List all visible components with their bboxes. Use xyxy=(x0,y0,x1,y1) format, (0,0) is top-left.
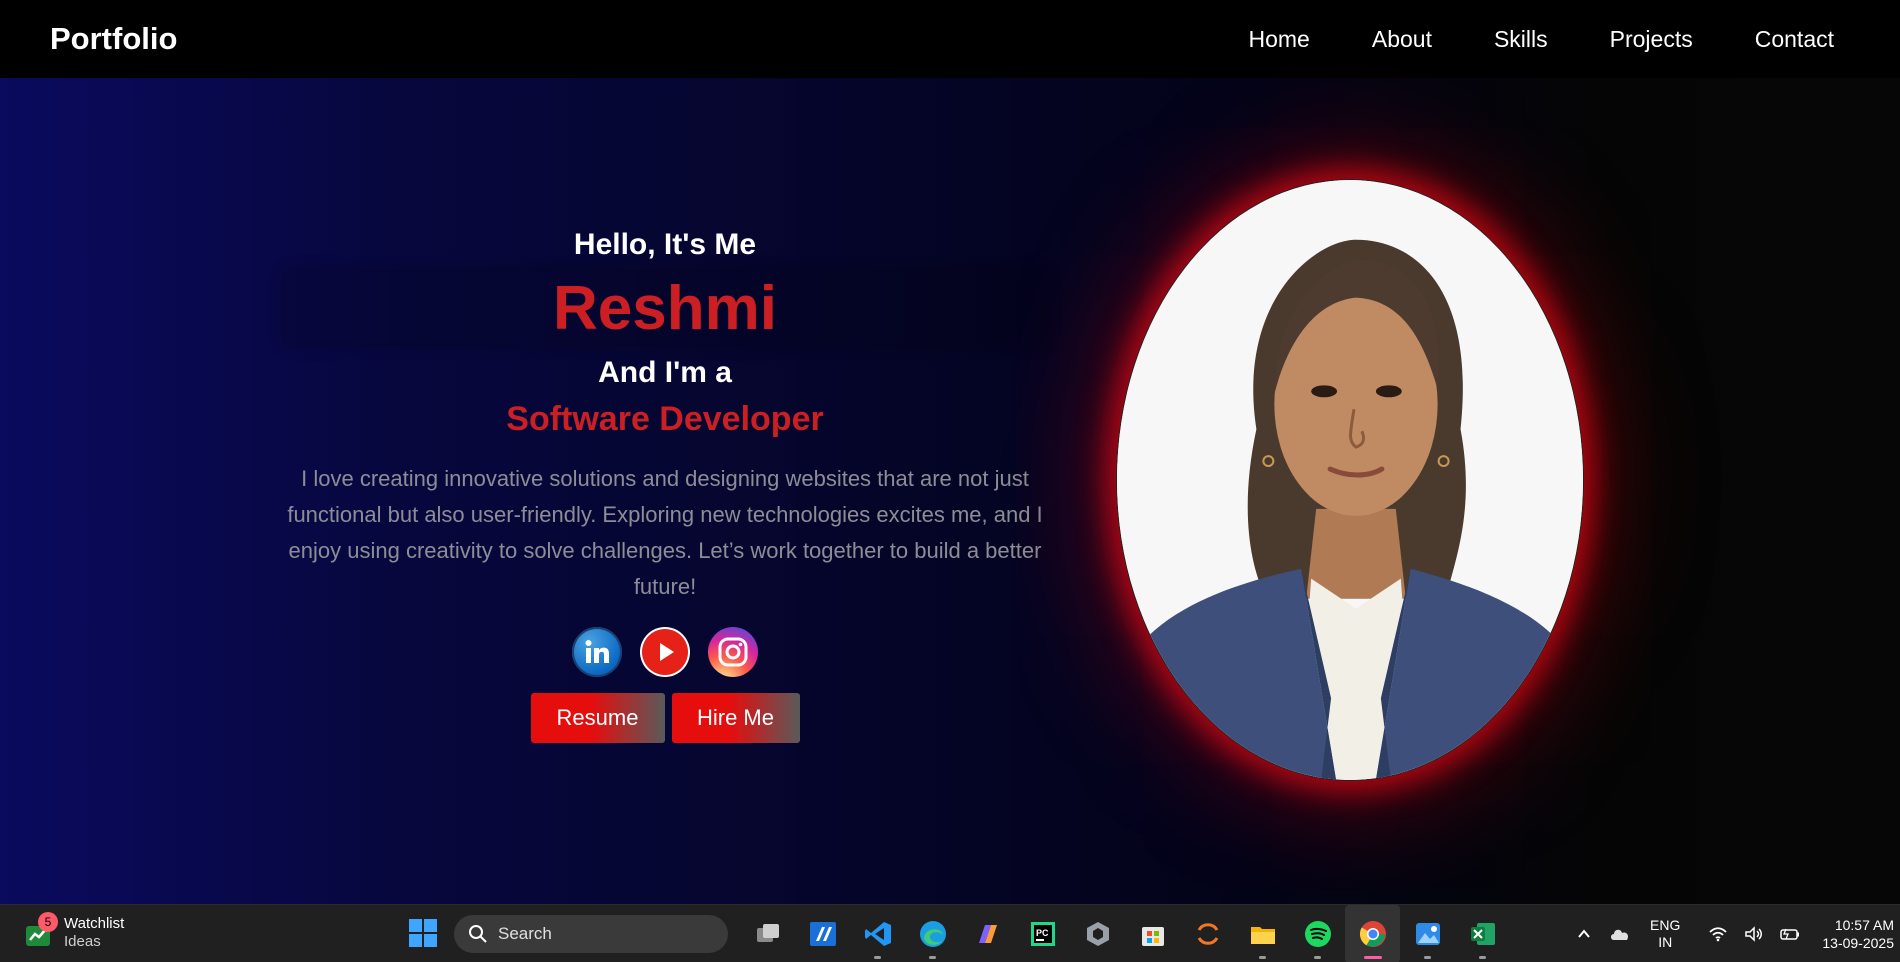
microsoft-store-icon[interactable] xyxy=(1125,905,1180,962)
search-placeholder: Search xyxy=(498,924,552,943)
nav-projects[interactable]: Projects xyxy=(1610,26,1693,53)
widget-badge: 5 xyxy=(38,912,58,932)
hero-content: Hello, It's Me Reshmi And I'm a Software… xyxy=(280,228,1050,743)
widget-text: Watchlist Ideas xyxy=(64,915,124,951)
jupyter-icon[interactable] xyxy=(1180,905,1235,962)
profile-photo xyxy=(1116,179,1584,781)
running-indicator xyxy=(1479,956,1486,959)
greeting: Hello, It's Me xyxy=(573,228,757,261)
role-title: Software Developer xyxy=(506,400,824,438)
linkedin-icon[interactable] xyxy=(572,627,622,677)
cta-buttons: Resume Hire Me xyxy=(280,693,1050,743)
vs-code-icon[interactable] xyxy=(850,905,905,962)
youtube-icon[interactable] xyxy=(640,627,690,677)
name-box: Reshmi xyxy=(285,272,1045,344)
unity-icon[interactable] xyxy=(1070,905,1125,962)
taskbar-apps: PC xyxy=(740,905,1510,962)
taskbar-search[interactable]: Search xyxy=(454,915,728,953)
search-icon xyxy=(469,925,487,943)
nav-skills[interactable]: Skills xyxy=(1494,26,1548,53)
spotify-icon[interactable] xyxy=(1290,905,1345,962)
file-explorer-icon[interactable] xyxy=(1235,905,1290,962)
system-tray: ENG IN 10:57 AM 13-09-2025 xyxy=(1566,905,1900,962)
azure-ml-icon[interactable] xyxy=(795,905,850,962)
edge-icon[interactable] xyxy=(905,905,960,962)
hero-name: Reshmi xyxy=(553,273,777,343)
language-indicator[interactable]: ENG IN xyxy=(1650,917,1680,951)
copilot-icon[interactable] xyxy=(960,905,1015,962)
widget-subtitle: Ideas xyxy=(64,933,101,950)
photos-icon[interactable] xyxy=(1400,905,1455,962)
stock-chart-icon: 5 xyxy=(24,912,58,948)
running-indicator xyxy=(1424,956,1431,959)
windows-taskbar: 5 Watchlist Ideas Search PC ENG IN 10:57… xyxy=(0,904,1900,962)
nav-home[interactable]: Home xyxy=(1249,26,1310,53)
instagram-icon[interactable] xyxy=(708,627,758,677)
hero-section: Hello, It's Me Reshmi And I'm a Software… xyxy=(0,78,1900,904)
active-indicator xyxy=(1364,956,1382,959)
excel-icon[interactable] xyxy=(1455,905,1510,962)
intro-text: And I'm a xyxy=(598,356,732,389)
social-links xyxy=(280,627,1050,677)
clock-date: 13-09-2025 xyxy=(1822,935,1894,951)
pycharm-icon[interactable]: PC xyxy=(1015,905,1070,962)
running-indicator xyxy=(1259,956,1266,959)
battery-icon[interactable] xyxy=(1775,919,1805,949)
svg-text:PC: PC xyxy=(1036,928,1049,938)
resume-button[interactable]: Resume xyxy=(530,693,665,743)
running-indicator xyxy=(874,956,881,959)
brand-logo[interactable]: Portfolio xyxy=(50,21,177,57)
cloud-icon[interactable] xyxy=(1605,919,1635,949)
nav-links: Home About Skills Projects Contact xyxy=(1187,26,1835,53)
language-code: ENG xyxy=(1650,917,1681,933)
about-paragraph: I love creating innovative solutions and… xyxy=(287,466,1043,599)
widget-title: Watchlist xyxy=(64,915,125,932)
running-indicator xyxy=(1314,956,1321,959)
hire-me-button[interactable]: Hire Me xyxy=(671,693,800,743)
chevron-up-icon[interactable] xyxy=(1569,919,1599,949)
nav-contact[interactable]: Contact xyxy=(1755,26,1834,53)
wifi-icon[interactable] xyxy=(1703,919,1733,949)
chrome-icon[interactable] xyxy=(1345,905,1400,962)
volume-icon[interactable] xyxy=(1739,919,1769,949)
watchlist-widget[interactable]: 5 Watchlist Ideas xyxy=(24,912,124,951)
navbar: Portfolio Home About Skills Projects Con… xyxy=(0,0,1900,78)
nav-about[interactable]: About xyxy=(1372,26,1432,53)
region-code: IN xyxy=(1658,934,1673,950)
windows-start-icon[interactable] xyxy=(408,918,438,948)
running-indicator xyxy=(929,956,936,959)
clock-time: 10:57 AM xyxy=(1834,917,1894,933)
task-view-icon[interactable] xyxy=(740,905,795,962)
system-clock[interactable]: 10:57 AM 13-09-2025 xyxy=(1822,916,1894,952)
